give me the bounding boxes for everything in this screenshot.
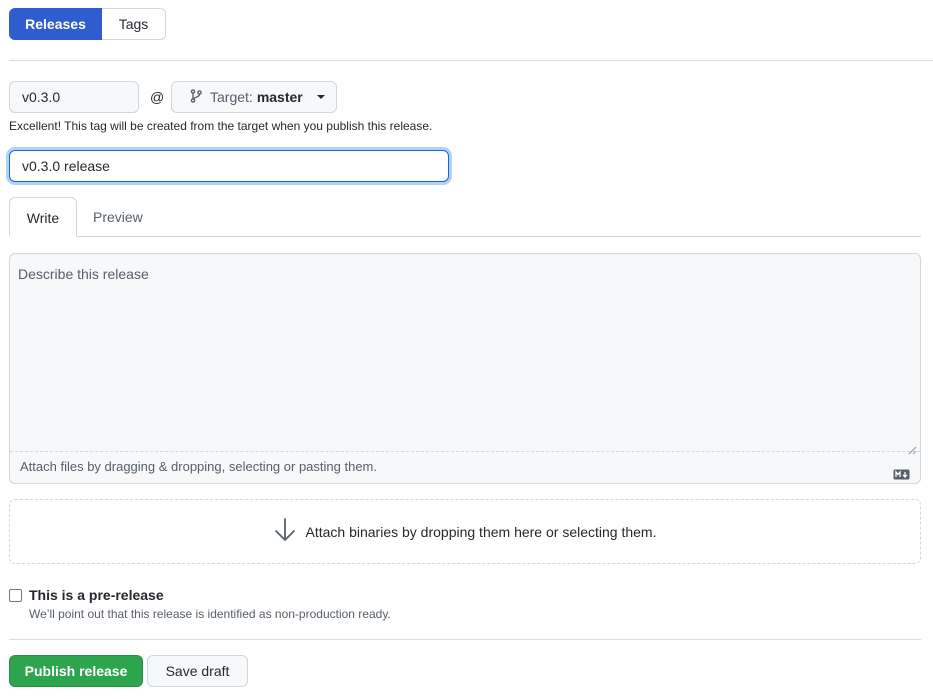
attach-files-text: Attach files by dragging & dropping, sel… [20,459,377,474]
chevron-down-icon [316,95,325,99]
release-title-input[interactable]: v0.3.0 release [9,150,449,182]
git-branch-icon [188,88,204,107]
binaries-label: Attach binaries by dropping them here or… [305,523,657,540]
target-prefix: Target: [210,89,253,105]
attach-files-bar[interactable]: Attach files by dragging & dropping, sel… [10,451,920,483]
save-draft-button[interactable]: Save draft [147,655,248,687]
bottom-divider [9,639,921,640]
releases-tags-switch: Releases Tags [9,8,166,40]
prerelease-description: We’ll point out that this release is ide… [29,607,391,621]
binaries-dropzone[interactable]: Attach binaries by dropping them here or… [9,499,921,564]
description-placeholder: Describe this release [18,266,149,282]
prerelease-label[interactable]: This is a pre-release [29,587,164,603]
prerelease-checkbox[interactable] [9,589,22,602]
arrow-down-icon [274,517,296,546]
at-symbol: @ [150,89,165,105]
tab-preview[interactable]: Preview [93,197,143,237]
target-branch-button[interactable]: Target: master [171,81,337,113]
tag-hint-text: Excellent! This tag will be created from… [9,119,433,133]
tags-tab-button[interactable]: Tags [102,8,166,40]
resize-handle-icon[interactable] [908,442,917,455]
top-divider [9,60,933,61]
editor-tabs: Write Preview [9,197,921,237]
publish-release-button[interactable]: Publish release [9,655,143,687]
tag-input[interactable]: v0.3.0 [9,81,139,113]
release-description-editor: Describe this release Attach files by dr… [9,253,921,484]
markdown-icon[interactable] [893,461,910,491]
description-textarea[interactable]: Describe this release [10,254,920,453]
tab-write[interactable]: Write [9,197,77,237]
release-form-page: Releases Tags v0.3.0 @ Target: master Ex… [0,0,933,699]
releases-tab-button[interactable]: Releases [9,8,102,40]
target-branch-name: master [256,89,303,105]
